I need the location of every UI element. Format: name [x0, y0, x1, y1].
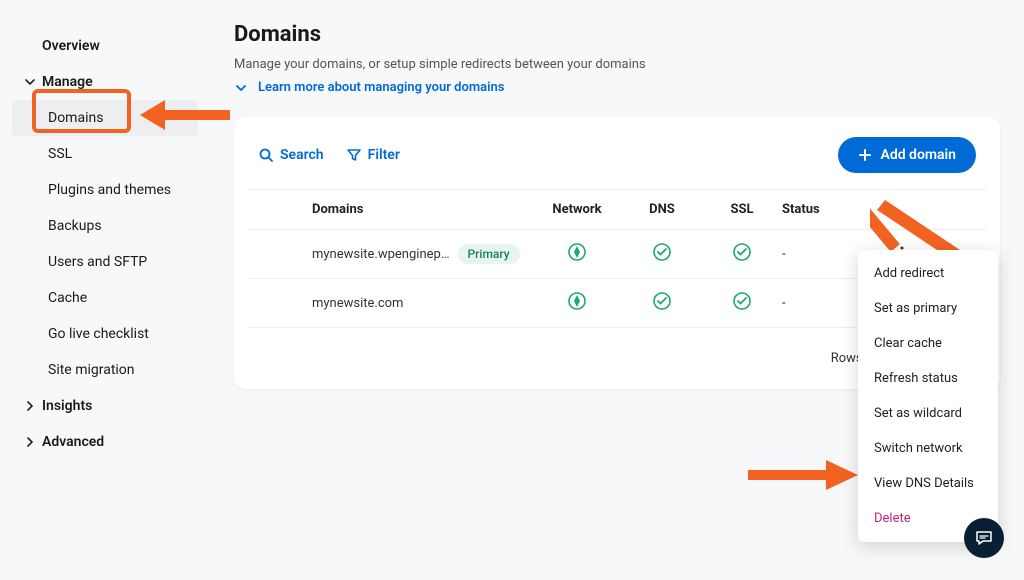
col-domains[interactable]: Domains	[312, 202, 532, 217]
chevron-right-icon	[22, 436, 38, 448]
menu-clear-cache[interactable]: Clear cache	[858, 326, 998, 361]
search-button[interactable]: Search	[258, 147, 324, 163]
page-subtitle: Manage your domains, or setup simple red…	[234, 57, 1000, 72]
primary-badge: Primary	[458, 244, 520, 264]
network-status-icon	[567, 291, 587, 311]
chat-icon	[974, 528, 994, 548]
nav-advanced-label: Advanced	[42, 434, 104, 450]
chat-button[interactable]	[964, 518, 1004, 558]
col-status[interactable]: Status	[782, 202, 882, 217]
col-network[interactable]: Network	[532, 202, 622, 217]
annotation-highlight-domains	[32, 89, 131, 133]
sidebar-item-migration[interactable]: Site migration	[0, 352, 210, 388]
chevron-right-icon	[22, 400, 38, 412]
col-dns[interactable]: DNS	[622, 202, 702, 217]
domain-name[interactable]: mynewsite.wpenginep…	[312, 247, 450, 262]
nav-insights[interactable]: Insights	[0, 388, 210, 424]
filter-label: Filter	[368, 147, 400, 163]
sidebar-item-golive[interactable]: Go live checklist	[0, 316, 210, 352]
sidebar: Overview Manage Domains SSL Plugins and …	[0, 0, 210, 580]
menu-switch-network[interactable]: Switch network	[858, 431, 998, 466]
network-status-icon	[567, 242, 587, 262]
ssl-status-icon	[732, 291, 752, 311]
domain-name[interactable]: mynewsite.com	[312, 296, 403, 311]
menu-add-redirect[interactable]: Add redirect	[858, 256, 998, 291]
table-header: Domains Network DNS SSL Status	[248, 189, 986, 229]
sidebar-item-ssl[interactable]: SSL	[0, 136, 210, 172]
menu-set-wildcard[interactable]: Set as wildcard	[858, 396, 998, 431]
plus-icon	[858, 148, 872, 162]
chevron-down-icon	[22, 76, 38, 88]
sidebar-item-backups[interactable]: Backups	[0, 208, 210, 244]
learn-more-link[interactable]: Learn more about managing your domains	[258, 80, 504, 95]
col-ssl[interactable]: SSL	[702, 202, 782, 217]
menu-refresh-status[interactable]: Refresh status	[858, 361, 998, 396]
dns-status-icon	[652, 242, 672, 262]
search-icon	[258, 147, 274, 163]
page-title: Domains	[234, 22, 1000, 47]
nav-insights-label: Insights	[42, 398, 92, 414]
row-actions-menu: Add redirect Set as primary Clear cache …	[858, 250, 998, 542]
filter-icon	[346, 147, 362, 163]
sidebar-item-cache[interactable]: Cache	[0, 280, 210, 316]
nav-overview[interactable]: Overview	[0, 28, 210, 64]
search-label: Search	[280, 147, 324, 163]
sidebar-item-users-sftp[interactable]: Users and SFTP	[0, 244, 210, 280]
filter-button[interactable]: Filter	[346, 147, 400, 163]
dns-status-icon	[652, 291, 672, 311]
nav-manage-label: Manage	[42, 74, 93, 90]
ssl-status-icon	[732, 242, 752, 262]
add-domain-label: Add domain	[880, 147, 956, 163]
chevron-down-icon[interactable]	[234, 81, 248, 95]
sidebar-item-plugins[interactable]: Plugins and themes	[0, 172, 210, 208]
menu-set-primary[interactable]: Set as primary	[858, 291, 998, 326]
add-domain-button[interactable]: Add domain	[838, 137, 976, 173]
toolbar: Search Filter Add domain	[248, 131, 986, 189]
nav-advanced[interactable]: Advanced	[0, 424, 210, 460]
menu-view-dns[interactable]: View DNS Details	[858, 466, 998, 501]
